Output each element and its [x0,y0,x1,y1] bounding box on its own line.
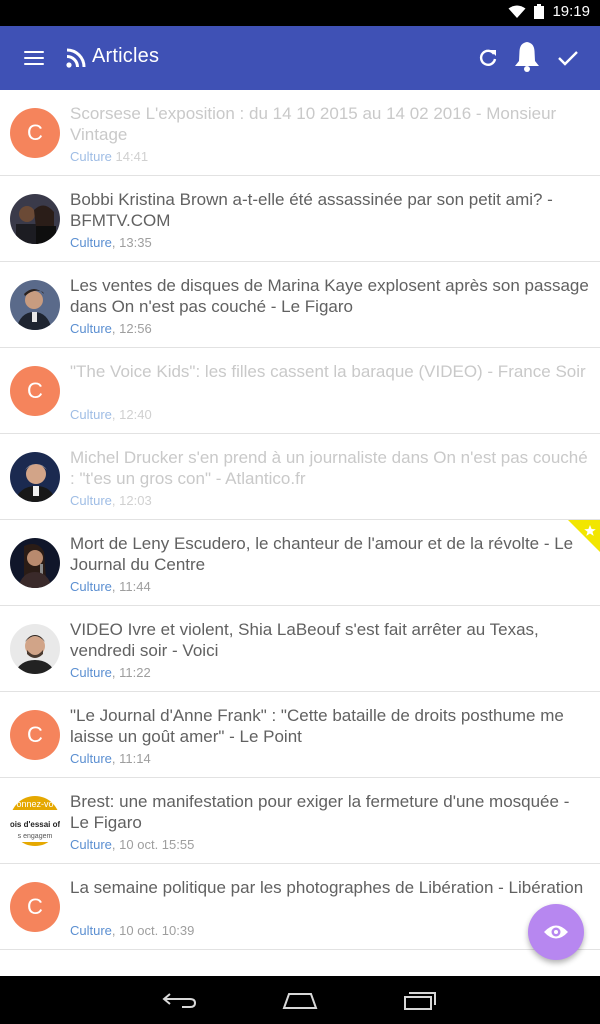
bell-button[interactable] [512,40,542,74]
rss-icon [66,48,86,68]
avatar [10,452,60,502]
article-title: "The Voice Kids": les filles cassent la … [70,362,586,381]
article-title: Les ventes de disques de Marina Kaye exp… [70,276,589,316]
avatar: C [10,108,60,158]
mark-read-button[interactable] [554,44,582,72]
recents-button[interactable] [400,988,440,1012]
article-meta: Culture, 11:22 [70,665,151,680]
article-time: 11:44 [119,579,151,594]
menu-button[interactable] [24,48,46,68]
article-time: 12:56 [119,321,152,336]
article-category: Culture [70,235,112,250]
eye-icon [544,925,568,939]
article-meta: Culture 14:41 [70,149,148,164]
article-title: Brest: une manifestation pour exiger la … [70,792,570,832]
article-row[interactable]: Les ventes de disques de Marina Kaye exp… [0,262,600,348]
article-title: Bobbi Kristina Brown a-t-elle été assass… [70,190,553,230]
article-category: Culture [70,579,112,594]
article-title: La semaine politique par les photographe… [70,878,584,897]
avatar [10,624,60,674]
article-time: 10 oct. 15:55 [119,837,195,852]
back-button[interactable] [160,988,200,1012]
article-title: "Le Journal d'Anne Frank" : "Cette batai… [70,706,564,746]
article-category: Culture [70,493,112,508]
avatar [10,538,60,588]
battery-icon [534,4,545,19]
article-time: 12:40 [119,407,152,422]
article-time: 11:14 [119,751,151,766]
article-time: 12:03 [119,493,152,508]
article-meta: Culture, 11:44 [70,579,151,594]
article-meta: Culture, 10 oct. 15:55 [70,837,195,852]
article-meta: Culture, 12:56 [70,321,152,336]
article-meta: Culture, 10 oct. 10:39 [70,923,195,938]
photo-thumbnail [10,452,60,502]
article-title: VIDEO Ivre et violent, Shia LaBeouf s'es… [70,620,539,660]
home-button[interactable] [280,988,320,1012]
article-time: 11:22 [119,665,151,680]
article-category: Culture [70,321,112,336]
avatar: C [10,366,60,416]
refresh-button[interactable] [474,44,502,72]
article-row[interactable]: C "The Voice Kids": les filles cassent l… [0,348,600,434]
status-bar: 19:19 [0,0,600,26]
article-meta: Culture, 12:40 [70,407,152,422]
article-row[interactable]: C Scorsese L'exposition : du 14 10 2015 … [0,90,600,176]
article-category: Culture [70,665,112,680]
article-title: Scorsese L'exposition : du 14 10 2015 au… [70,104,557,144]
avatar [10,280,60,330]
status-time: 19:19 [552,3,590,20]
thumbnail-text: s engagem [18,833,53,840]
article-list: C Scorsese L'exposition : du 14 10 2015 … [0,90,600,950]
article-meta: Culture, 12:03 [70,493,152,508]
article-meta: Culture, 11:14 [70,751,151,766]
article-row[interactable]: VIDEO Ivre et violent, Shia LaBeouf s'es… [0,606,600,692]
photo-thumbnail: onnez-vo ois d'essai of s engagem [10,796,60,846]
article-row[interactable]: Mort de Leny Escudero, le chanteur de l'… [0,520,600,606]
app-bar: Articles [0,26,600,90]
system-nav-bar [0,976,600,1024]
article-meta: Culture, 13:35 [70,235,152,250]
photo-thumbnail [10,194,60,244]
avatar: C [10,710,60,760]
article-row[interactable]: Bobbi Kristina Brown a-t-elle été assass… [0,176,600,262]
photo-thumbnail [10,538,60,588]
article-category: Culture [70,751,112,766]
avatar: onnez-vo ois d'essai of s engagem [10,796,60,846]
app-title: Articles [92,45,160,67]
article-row[interactable]: C La semaine politique par les photograp… [0,864,600,950]
article-category: Culture [70,837,112,852]
article-row[interactable]: C "Le Journal d'Anne Frank" : "Cette bat… [0,692,600,778]
photo-thumbnail [10,280,60,330]
star-icon[interactable] [568,520,600,552]
status-icons: 19:19 [508,3,590,20]
avatar [10,194,60,244]
photo-thumbnail [10,624,60,674]
avatar: C [10,882,60,932]
thumbnail-text: ois d'essai of [10,820,60,829]
wifi-icon [508,5,526,18]
article-category: Culture [70,149,112,164]
article-title: Michel Drucker s'en prend à un journalis… [70,448,588,488]
menu-icon [24,51,44,53]
article-category: Culture [70,923,112,938]
thumbnail-text: onnez-vo [16,799,53,809]
article-time: 14:41 [115,149,149,164]
article-time: 13:35 [119,235,152,250]
article-row[interactable]: onnez-vo ois d'essai of s engagem Brest:… [0,778,600,864]
article-row[interactable]: Michel Drucker s'en prend à un journalis… [0,434,600,520]
article-title: Mort de Leny Escudero, le chanteur de l'… [70,534,574,574]
article-time: 10 oct. 10:39 [119,923,195,938]
toggle-read-fab[interactable] [528,904,584,960]
article-category: Culture [70,407,112,422]
